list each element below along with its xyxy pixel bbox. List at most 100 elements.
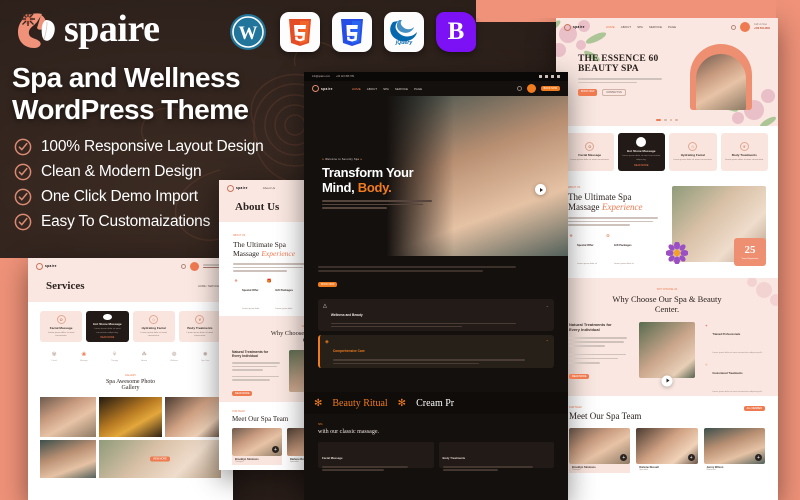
lotus-icon: ✾: [51, 352, 57, 358]
service-card[interactable]: ◇ Hydrating Facial Lorem ipsum dolor sit…: [132, 311, 175, 342]
gallery-photo[interactable]: [164, 396, 221, 437]
service-card-active[interactable]: Hot Stone Massage Lorem ipsum dolor sit …: [617, 133, 665, 171]
spa-wheel-icon: ❁: [171, 352, 177, 358]
bootstrap-icon: B: [447, 18, 465, 45]
wordpress-badge: W: [228, 12, 268, 52]
nav-link-home[interactable]: HOME: [352, 87, 361, 91]
nav-link-spa[interactable]: SPA: [637, 25, 643, 29]
read-more-link[interactable]: READ MORE: [100, 337, 114, 339]
play-button[interactable]: [661, 375, 673, 386]
chevron-up-icon[interactable]: ⌃: [546, 339, 549, 344]
services-page-title: Services: [46, 280, 85, 292]
topbar-phone[interactable]: +00 123 456 789: [336, 75, 354, 78]
mockup-services-page[interactable]: spaire Facial Massage Services HOME / SE…: [28, 258, 233, 500]
about-feature: ❖ Special Offer Lorem ipsum dolor sit: [569, 233, 597, 265]
service-card[interactable]: ❦ Body Treatments Lorem ipsum dolor sit …: [178, 311, 221, 342]
lower-card[interactable]: Facial Massage: [318, 442, 434, 471]
nav-link-home[interactable]: HOME: [606, 25, 615, 29]
book-now-button[interactable]: BOOK NOW: [318, 281, 338, 287]
plus-icon[interactable]: +: [754, 454, 762, 461]
accordion-item-active[interactable]: ◈ Comprehensive Care ⌃: [318, 335, 554, 369]
book-now-button[interactable]: BOOK NOW: [578, 89, 598, 97]
service-card[interactable]: ◇ Hydrating Facial Lorem ipsum dolor sit…: [669, 133, 717, 171]
icon-item[interactable]: ☘ Aroma: [141, 351, 147, 362]
coral-bar-right: [776, 0, 800, 500]
nav-link[interactable]: About Us: [263, 186, 275, 190]
search-icon[interactable]: [181, 263, 186, 269]
read-more-link[interactable]: READ MORE: [634, 164, 648, 167]
service-card-active[interactable]: Hot Stone Massage Lorem ipsum dolor sit …: [86, 311, 129, 342]
gallery-photo[interactable]: [99, 396, 162, 437]
about-feature: ❖ Special Offer Lorem ipsum dolor: [234, 278, 260, 310]
icon-item[interactable]: ✹ Spa Care: [201, 351, 209, 362]
lower-eyebrow: SPA: [318, 423, 323, 427]
team-member-card[interactable]: + Jenny Wilson Masseuse: [703, 428, 765, 473]
service-card[interactable]: ✿ Facial Massage Lorem ipsum dolor sit a…: [40, 311, 83, 342]
mockup-home-light-page[interactable]: spaire HOME ABOUT SPA SERVICE PAGE Call …: [556, 18, 778, 500]
social-icons[interactable]: [539, 75, 560, 78]
nav-link-about[interactable]: ABOUT: [621, 25, 631, 29]
feature-item: 100% Responsive Layout Design: [14, 138, 264, 156]
team-member-card[interactable]: + Darlene Russell Specialist: [636, 428, 698, 473]
icon-item[interactable]: ✾ Facial: [52, 351, 57, 362]
why-point: ✧ Customized TreatmentsLorem ipsum dolor…: [704, 361, 763, 394]
book-now-button[interactable]: BOOK NOW: [540, 86, 560, 91]
contact-us-button[interactable]: CONTACT US: [602, 89, 626, 97]
all-member-button[interactable]: ALL MEMBER: [743, 406, 765, 411]
accordion-item[interactable]: △ Wellness and Beauty ⌄: [318, 298, 554, 332]
mockup-transform-dark-page[interactable]: info@spaire.com +00 123 456 789 spaire H…: [304, 72, 568, 500]
team-eyebrow: OUR TEAM: [569, 406, 582, 409]
why-read-more-button[interactable]: READ MORE: [569, 373, 590, 379]
plus-icon[interactable]: +: [620, 454, 628, 461]
hero-section: ➤ Welcome to Serenity Spa ➤ Transform Yo…: [304, 96, 568, 256]
icon-item[interactable]: ❀ Massage: [80, 351, 88, 362]
topbar-email[interactable]: info@spaire.com: [312, 75, 330, 78]
nav-link-about[interactable]: ABOUT: [367, 87, 377, 91]
brand-name: spaire: [64, 8, 160, 50]
nav-link-page[interactable]: PAGE: [668, 25, 676, 29]
droplet-icon: ◇: [688, 141, 698, 151]
phone-icon: [190, 261, 199, 271]
marquee-banner: ✻ Beauty Ritual ✻ Cream Pr: [304, 392, 568, 415]
check-circle-icon: [14, 163, 32, 181]
ultimate-heading-c: Experience: [602, 202, 643, 212]
gallery-photo[interactable]: VIEW MORE: [98, 439, 221, 478]
nav-link-service[interactable]: SERVICE: [649, 25, 662, 29]
icon-item[interactable]: ⚘ Therapy: [111, 351, 118, 362]
gallery-title-line-2: Gallery: [121, 384, 140, 391]
gallery-photo[interactable]: [40, 439, 96, 478]
view-more-button[interactable]: VIEW MORE: [149, 456, 170, 461]
leaf-icon: ❦: [739, 141, 749, 151]
lower-card[interactable]: Body Treatments: [438, 442, 554, 471]
why-eyebrow: WHY CHOOSE US: [656, 288, 678, 291]
play-button[interactable]: [535, 184, 546, 195]
service-card[interactable]: ✿ Facial Massage Lorem ipsum dolor sit a…: [566, 133, 614, 171]
nav-link-page[interactable]: PAGE: [414, 87, 422, 91]
nav-link-spa[interactable]: SPA: [383, 87, 389, 91]
stones-icon: ⚘: [111, 352, 118, 358]
about-eyebrow: ABOUT US: [568, 186, 581, 189]
icon-item[interactable]: ❁ Wellness: [170, 351, 178, 362]
why-read-more-button[interactable]: READ MORE: [232, 390, 253, 396]
nav-link-service[interactable]: SERVICE: [395, 87, 408, 91]
plus-icon[interactable]: +: [687, 454, 695, 461]
leaf-icon: ❦: [195, 314, 205, 324]
cart-icon[interactable]: [526, 84, 536, 93]
service-icon-strip: ✾ Facial ❀ Massage ⚘ Therapy ☘ Aroma ❁ Wellne…: [40, 351, 221, 362]
chevron-down-icon[interactable]: ⌄: [546, 303, 549, 308]
stone-icon: [636, 137, 647, 148]
experience-counter: 25 Years Experience: [734, 238, 766, 266]
search-icon[interactable]: [516, 86, 522, 91]
service-card[interactable]: ❦ Body Treatments Lorem ipsum dolor sit …: [720, 133, 768, 171]
gallery-photo[interactable]: [40, 396, 97, 437]
stone-icon: [102, 314, 112, 321]
team-member-card[interactable]: + Brooklyn Simmons Therapist: [569, 428, 631, 473]
carousel-dots[interactable]: [556, 118, 778, 121]
plus-icon[interactable]: +: [272, 446, 279, 453]
search-icon[interactable]: [730, 24, 736, 30]
poster-canvas: spaire W jQuery B Spa and Wellness WordP…: [0, 0, 800, 500]
phone-number: +009 594-4802: [753, 26, 770, 30]
why-photo: [638, 322, 696, 378]
ultimate-heading-a: The Ultimate Spa: [568, 192, 632, 202]
gift-icon: 🎁: [266, 278, 272, 284]
